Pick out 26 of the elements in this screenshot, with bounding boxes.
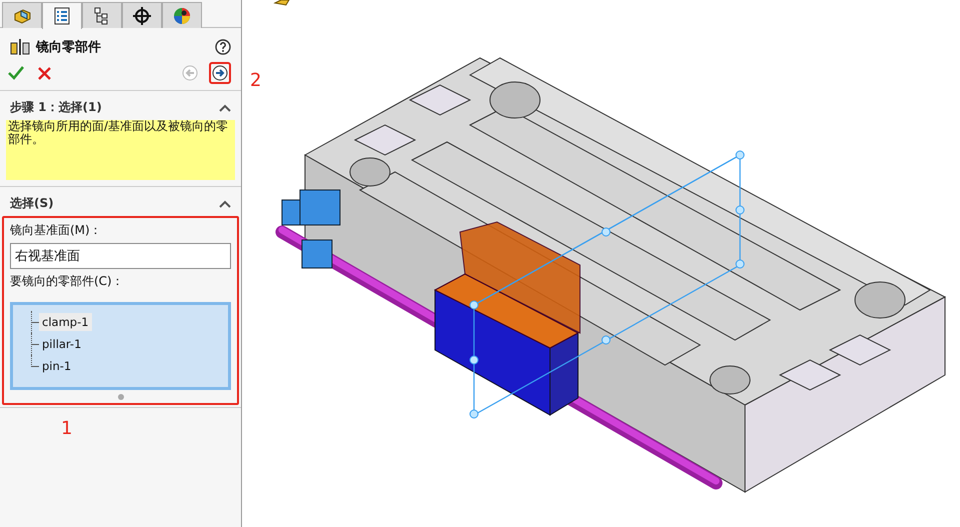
next-button[interactable]: [209, 62, 231, 84]
crosshair-icon: [132, 6, 152, 26]
list-item[interactable]: clamp-1: [39, 313, 92, 331]
message-box: 选择镜向所用的面/基准面以及被镜向的零部件。: [6, 120, 235, 180]
color-ball-icon: [172, 6, 192, 26]
field-label: 镜向基准面(M)：: [10, 222, 103, 239]
help-icon[interactable]: [215, 39, 231, 55]
cancel-icon[interactable]: [38, 66, 51, 80]
collapse-icon[interactable]: [219, 200, 231, 208]
annotation-number: 2: [250, 70, 262, 91]
list-item[interactable]: pin-1: [39, 357, 74, 375]
collapse-icon[interactable]: [219, 104, 231, 112]
annotation-number: 1: [61, 418, 72, 439]
list-item[interactable]: pillar-1: [39, 335, 84, 353]
panel-tab[interactable]: [42, 2, 82, 29]
section-title: 选择(S): [10, 195, 54, 212]
mirror-icon: [10, 38, 30, 56]
plane-field[interactable]: 右视基准面: [10, 243, 231, 269]
section-title: 步骤 1：选择(1): [10, 99, 102, 116]
panel-tab[interactable]: [122, 2, 162, 28]
panel-tab[interactable]: [82, 2, 122, 28]
components-list[interactable]: clamp-1 pillar-1 pin-1: [10, 302, 231, 390]
field-label: 要镜向的零部件(C)：: [10, 273, 125, 290]
panel-title: 镜向零部件: [36, 38, 102, 56]
ok-icon[interactable]: [8, 66, 24, 80]
list-icon: [52, 6, 72, 26]
